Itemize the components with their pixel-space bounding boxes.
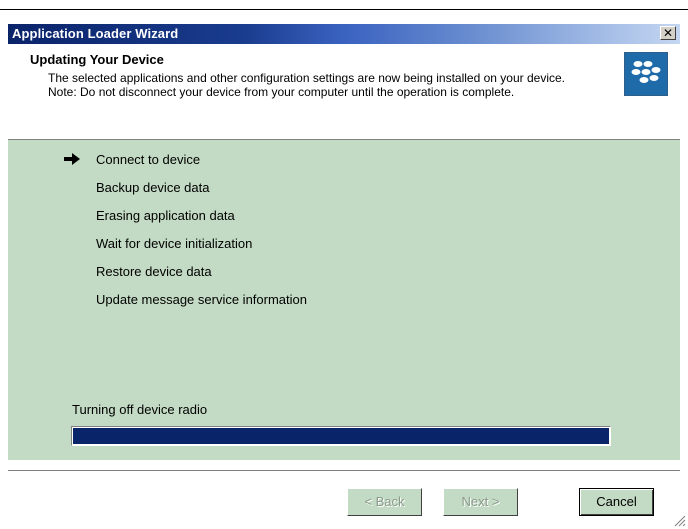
step-item: Restore device data: [63, 262, 307, 290]
page-title: Updating Your Device: [30, 52, 164, 67]
step-label: Update message service information: [96, 292, 307, 307]
progress-bar: [71, 426, 611, 446]
page-description: The selected applications and other conf…: [48, 71, 565, 99]
title-bar: Application Loader Wizard ✕: [8, 24, 680, 44]
progress-fill: [73, 428, 609, 444]
step-item: Update message service information: [63, 290, 307, 318]
step-item: Backup device data: [63, 178, 307, 206]
resize-grip-icon[interactable]: [674, 515, 686, 527]
step-item: Wait for device initialization: [63, 234, 307, 262]
back-button[interactable]: < Back: [347, 488, 422, 516]
next-button[interactable]: Next >: [443, 488, 518, 516]
close-icon: ✕: [662, 26, 674, 40]
step-label: Backup device data: [96, 180, 210, 195]
wizard-header: Updating Your Device The selected applic…: [8, 44, 680, 140]
wizard-body: Connect to device Backup device data Era…: [8, 140, 680, 460]
status-text: Turning off device radio: [72, 402, 208, 417]
step-list: Connect to device Backup device data Era…: [63, 150, 307, 318]
step-label: Connect to device: [96, 152, 201, 167]
step-item: Connect to device: [63, 150, 307, 178]
divider: [8, 470, 680, 472]
current-step-arrow-icon: [64, 153, 80, 165]
cancel-button[interactable]: Cancel: [579, 488, 654, 516]
blackberry-logo-icon: [624, 52, 668, 96]
step-label: Wait for device initialization: [96, 236, 253, 251]
step-item: Erasing application data: [63, 206, 307, 234]
top-border: [0, 0, 688, 10]
step-label: Restore device data: [96, 264, 212, 279]
window-title: Application Loader Wizard: [12, 26, 179, 41]
step-label: Erasing application data: [96, 208, 235, 223]
close-button[interactable]: ✕: [660, 26, 676, 40]
